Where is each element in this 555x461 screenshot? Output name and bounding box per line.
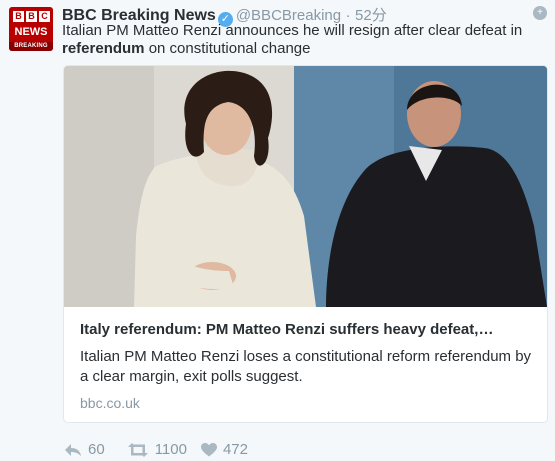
retweet-icon xyxy=(127,442,148,457)
reply-button[interactable]: 60 xyxy=(64,441,105,458)
link-card[interactable]: Italy referendum: PM Matteo Renzi suffer… xyxy=(63,65,548,423)
avatar[interactable]: B B C NEWS BREAKING xyxy=(9,7,53,51)
card-description: Italian PM Matteo Renzi loses a constitu… xyxy=(80,348,532,385)
card-title[interactable]: Italy referendum: PM Matteo Renzi suffer… xyxy=(80,321,535,338)
retweet-count: 1100 xyxy=(154,441,187,458)
follow-icon[interactable]: + xyxy=(533,6,547,20)
tweet-header: BBC Breaking News ✓ @BBCBreaking · 52分 xyxy=(62,4,529,27)
tweet-text-bold: referendum xyxy=(62,40,145,57)
card-domain[interactable]: bbc.co.uk xyxy=(80,395,140,411)
like-button[interactable]: 472 xyxy=(200,441,248,458)
card-photo xyxy=(64,66,547,307)
bbc-logo-letter-c: C xyxy=(39,11,50,22)
like-count: 472 xyxy=(222,441,248,458)
tweet-text-part: on constitutional change xyxy=(144,40,311,57)
reply-icon xyxy=(65,443,81,456)
tweet-text-part: Italian PM Matteo Renzi announces he wil… xyxy=(62,22,523,39)
avatar-breaking-label: BREAKING xyxy=(9,42,53,51)
tweet-actions: 60 1100 472 xyxy=(64,441,262,458)
reply-count: 60 xyxy=(88,441,105,458)
bbc-logo-letter-b2: B xyxy=(26,11,37,22)
bbc-logo-letter-b1: B xyxy=(13,11,24,22)
retweet-button[interactable]: 1100 xyxy=(127,441,187,458)
bbc-logo: B B C xyxy=(13,11,50,22)
avatar-news-label: NEWS xyxy=(14,26,48,38)
tweet-text: Italian PM Matteo Renzi announces he wil… xyxy=(62,22,542,58)
heart-icon xyxy=(200,442,217,456)
